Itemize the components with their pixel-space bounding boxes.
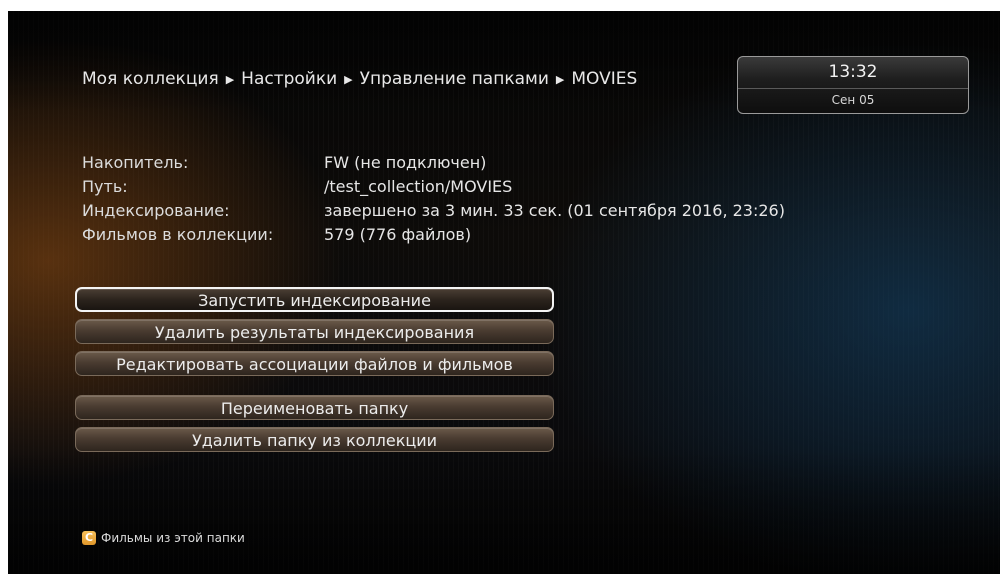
media-player-screen: Моя коллекция ▶ Настройки ▶ Управление п… — [8, 11, 1000, 574]
breadcrumb-separator-icon: ▶ — [344, 72, 353, 86]
breadcrumb: Моя коллекция ▶ Настройки ▶ Управление п… — [82, 69, 637, 89]
info-label: Путь: — [82, 177, 128, 196]
delete-index-results-button[interactable]: Удалить результаты индексирования — [75, 319, 554, 344]
edit-file-movie-associations-button[interactable]: Редактировать ассоциации файлов и фильмо… — [75, 351, 554, 376]
info-value: 579 (776 файлов) — [324, 225, 472, 244]
remove-folder-button[interactable]: Удалить папку из коллекции — [75, 427, 554, 452]
folder-info: Накопитель: FW (не подключен) Путь: /tes… — [82, 151, 785, 247]
breadcrumb-item-collection[interactable]: Моя коллекция — [82, 69, 219, 89]
clock-date: Сен 05 — [831, 93, 875, 107]
info-row-indexing: Индексирование: завершено за 3 мин. 33 с… — [82, 199, 785, 223]
info-label: Индексирование: — [82, 201, 230, 220]
action-menu: Запустить индексирование Удалить результ… — [75, 287, 554, 459]
clock-panel: 13:32 Сен 05 — [737, 56, 969, 114]
info-label: Фильмов в коллекции: — [82, 225, 274, 244]
info-row-path: Путь: /test_collection/MOVIES — [82, 175, 785, 199]
info-label: Накопитель: — [82, 153, 189, 172]
footer-hint-text[interactable]: Фильмы из этой папки — [101, 531, 245, 545]
breadcrumb-separator-icon: ▶ — [225, 72, 235, 86]
info-value: завершено за 3 мин. 33 сек. (01 сентября… — [324, 201, 785, 220]
breadcrumb-item-current-folder: MOVIES — [571, 69, 638, 89]
breadcrumb-item-folder-management[interactable]: Управление папками — [360, 69, 549, 89]
info-row-movie-count: Фильмов в коллекции: 579 (776 файлов) — [82, 223, 785, 247]
breadcrumb-item-settings[interactable]: Настройки — [241, 69, 337, 89]
start-indexing-button[interactable]: Запустить индексирование — [75, 287, 554, 312]
remote-c-key-icon: C — [82, 531, 96, 545]
clock-time: 13:32 — [828, 62, 878, 82]
rename-folder-button[interactable]: Переименовать папку — [75, 395, 554, 420]
info-value: FW (не подключен) — [324, 153, 487, 172]
footer-hint: C Фильмы из этой папки — [82, 531, 245, 545]
breadcrumb-separator-icon: ▶ — [555, 72, 565, 86]
clock-divider — [738, 88, 968, 89]
info-row-storage: Накопитель: FW (не подключен) — [82, 151, 785, 175]
info-value: /test_collection/MOVIES — [324, 177, 513, 196]
